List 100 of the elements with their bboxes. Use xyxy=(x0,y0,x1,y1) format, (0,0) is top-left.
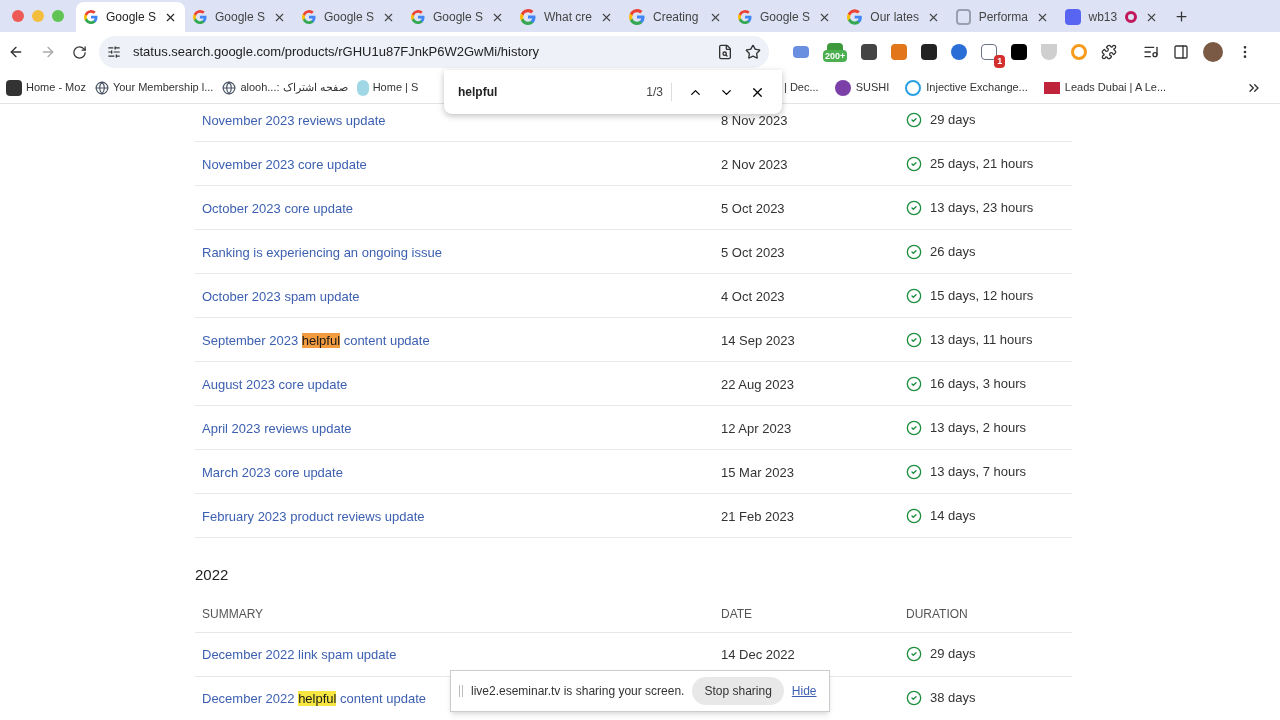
update-link[interactable]: March 2023 core update xyxy=(202,464,343,480)
bookmark-item[interactable]: Home - Moz xyxy=(26,79,86,96)
tab-title: Performa xyxy=(978,9,1028,26)
duration-text: 16 days, 3 hours xyxy=(930,374,1027,393)
avatar-icon[interactable] xyxy=(1203,42,1224,62)
duration-text: 26 days xyxy=(930,242,976,261)
check-circle-icon xyxy=(906,690,922,706)
browser-tab[interactable]: Performa xyxy=(948,2,1057,32)
find-input-field[interactable]: helpful xyxy=(458,83,628,101)
update-link[interactable]: November 2023 core update xyxy=(202,156,367,172)
update-link[interactable]: October 2023 spam update xyxy=(202,288,360,304)
column-header: SUMMARY xyxy=(202,607,264,621)
tab-title: Google S xyxy=(323,9,374,26)
update-link[interactable]: Ranking is experiencing an ongoing issue xyxy=(202,244,442,260)
globe-icon xyxy=(222,80,237,95)
update-link[interactable]: April 2023 reviews update xyxy=(202,420,352,436)
bookmark-item[interactable]: Leads Dubai | A Le... xyxy=(1064,79,1167,96)
duration-text: 13 days, 2 hours xyxy=(930,418,1027,437)
duration-text: 38 days xyxy=(930,689,976,708)
browser-tab[interactable]: Creating xyxy=(621,2,730,32)
google-g-icon xyxy=(847,9,863,25)
duration-text: 13 days, 23 hours xyxy=(930,198,1034,217)
hide-link[interactable]: Hide xyxy=(791,682,817,700)
check-circle-icon xyxy=(906,155,922,172)
find-icon[interactable] xyxy=(717,44,733,60)
check-circle-icon xyxy=(906,243,922,260)
match-count: 1/3 xyxy=(628,83,672,101)
date-text: 5 Oct 2023 xyxy=(721,244,785,260)
bookmark-item[interactable]: Your Membership l... xyxy=(112,79,214,96)
bookmark-item[interactable]: Home | S xyxy=(372,79,419,96)
update-link[interactable]: October 2023 core update xyxy=(202,200,354,216)
bookmark-item[interactable]: Injective Exchange... xyxy=(926,79,1028,96)
year-heading: 2022 xyxy=(195,565,230,585)
tab-title: Google S xyxy=(105,9,156,26)
bookmark-item[interactable]: alooh...: صفحه اشتراک xyxy=(240,79,348,96)
update-link[interactable]: December 2022 helpful content update xyxy=(202,691,427,706)
extension-icon[interactable] xyxy=(1011,44,1028,60)
tab-title: Creating xyxy=(653,9,699,26)
site-info-icon[interactable] xyxy=(107,45,121,59)
date-text: 21 Feb 2023 xyxy=(721,508,794,524)
duration-text: 25 days, 21 hours xyxy=(930,154,1034,173)
date-text: 14 Dec 2022 xyxy=(721,647,795,662)
tab-title: Our lates xyxy=(870,9,919,26)
google-g-icon xyxy=(411,9,425,25)
back-icon[interactable] xyxy=(8,44,24,60)
date-text: 5 Oct 2023 xyxy=(721,200,785,216)
sharing-message: live2.eseminar.tv is sharing your screen. xyxy=(471,683,685,700)
browser-tab[interactable]: Our lates xyxy=(839,2,948,32)
browser-tab[interactable]: Google S xyxy=(730,2,839,32)
badge-count: 1 xyxy=(994,54,1006,68)
check-circle-icon xyxy=(906,419,922,436)
update-link[interactable]: September 2023 helpful content update xyxy=(202,332,430,348)
drop-icon xyxy=(356,79,369,96)
drag-handle-icon[interactable] xyxy=(459,685,463,697)
update-link[interactable]: August 2023 core update xyxy=(202,376,348,392)
check-circle-icon xyxy=(906,287,922,304)
check-circle-icon xyxy=(906,111,922,128)
browser-tab[interactable]: Google S xyxy=(76,2,185,32)
reload-icon[interactable] xyxy=(72,44,87,60)
date-text: 22 Aug 2023 xyxy=(721,376,795,392)
media-icon[interactable] xyxy=(1143,44,1160,60)
bookmark-item[interactable]: | Dec... xyxy=(784,79,819,96)
tab-title: What cre xyxy=(544,9,592,26)
tab-title: Google S xyxy=(432,9,483,26)
tab-title: Google S xyxy=(759,9,810,26)
google-g-icon xyxy=(84,9,98,25)
column-header: DURATION xyxy=(906,607,968,621)
date-text: 12 Apr 2023 xyxy=(721,420,792,436)
browser-tab[interactable]: What cre xyxy=(512,2,621,32)
duration-text: 15 days, 12 hours xyxy=(930,286,1034,305)
browser-tab[interactable]: Google S xyxy=(403,2,512,32)
browser-tab[interactable]: Google S xyxy=(294,2,403,32)
update-link[interactable]: February 2023 product reviews update xyxy=(202,508,425,524)
duration-text: 13 days, 11 hours xyxy=(930,330,1033,349)
google-g-icon xyxy=(629,9,645,25)
google-g-icon xyxy=(738,9,752,25)
bookmark-item[interactable]: SUSHI xyxy=(855,79,890,96)
update-link[interactable]: November 2023 reviews update xyxy=(202,112,386,128)
page-icon xyxy=(956,9,971,25)
duration-text: 13 days, 7 hours xyxy=(930,462,1027,481)
side-panel-icon[interactable] xyxy=(1173,44,1190,60)
close-window-icon[interactable] xyxy=(12,10,24,22)
bookmark-star-icon[interactable] xyxy=(745,44,761,60)
stop-sharing-button[interactable]: Stop sharing xyxy=(692,677,784,705)
date-text: 15 Mar 2023 xyxy=(721,464,794,480)
duration-text: 29 days xyxy=(930,645,976,664)
new-tab-icon[interactable] xyxy=(1174,9,1189,24)
browser-tab[interactable]: wb13 xyxy=(1057,2,1166,32)
check-circle-icon xyxy=(906,199,922,216)
duration-text: 29 days xyxy=(930,110,976,129)
check-circle-icon xyxy=(906,646,922,662)
address-bar[interactable]: status.search.google.com/products/rGHU1u87FJnkP6W2GwMi/history xyxy=(99,36,769,68)
google-g-icon xyxy=(302,9,316,25)
date-text: 2 Nov 2023 xyxy=(721,156,788,172)
update-link[interactable]: December 2022 link spam update xyxy=(202,647,397,662)
check-circle-icon xyxy=(906,375,922,392)
browser-tab[interactable]: Google S xyxy=(185,2,294,32)
check-circle-icon xyxy=(906,507,922,524)
extensions-icon[interactable] xyxy=(1101,44,1118,60)
column-header: DATE xyxy=(721,607,753,621)
